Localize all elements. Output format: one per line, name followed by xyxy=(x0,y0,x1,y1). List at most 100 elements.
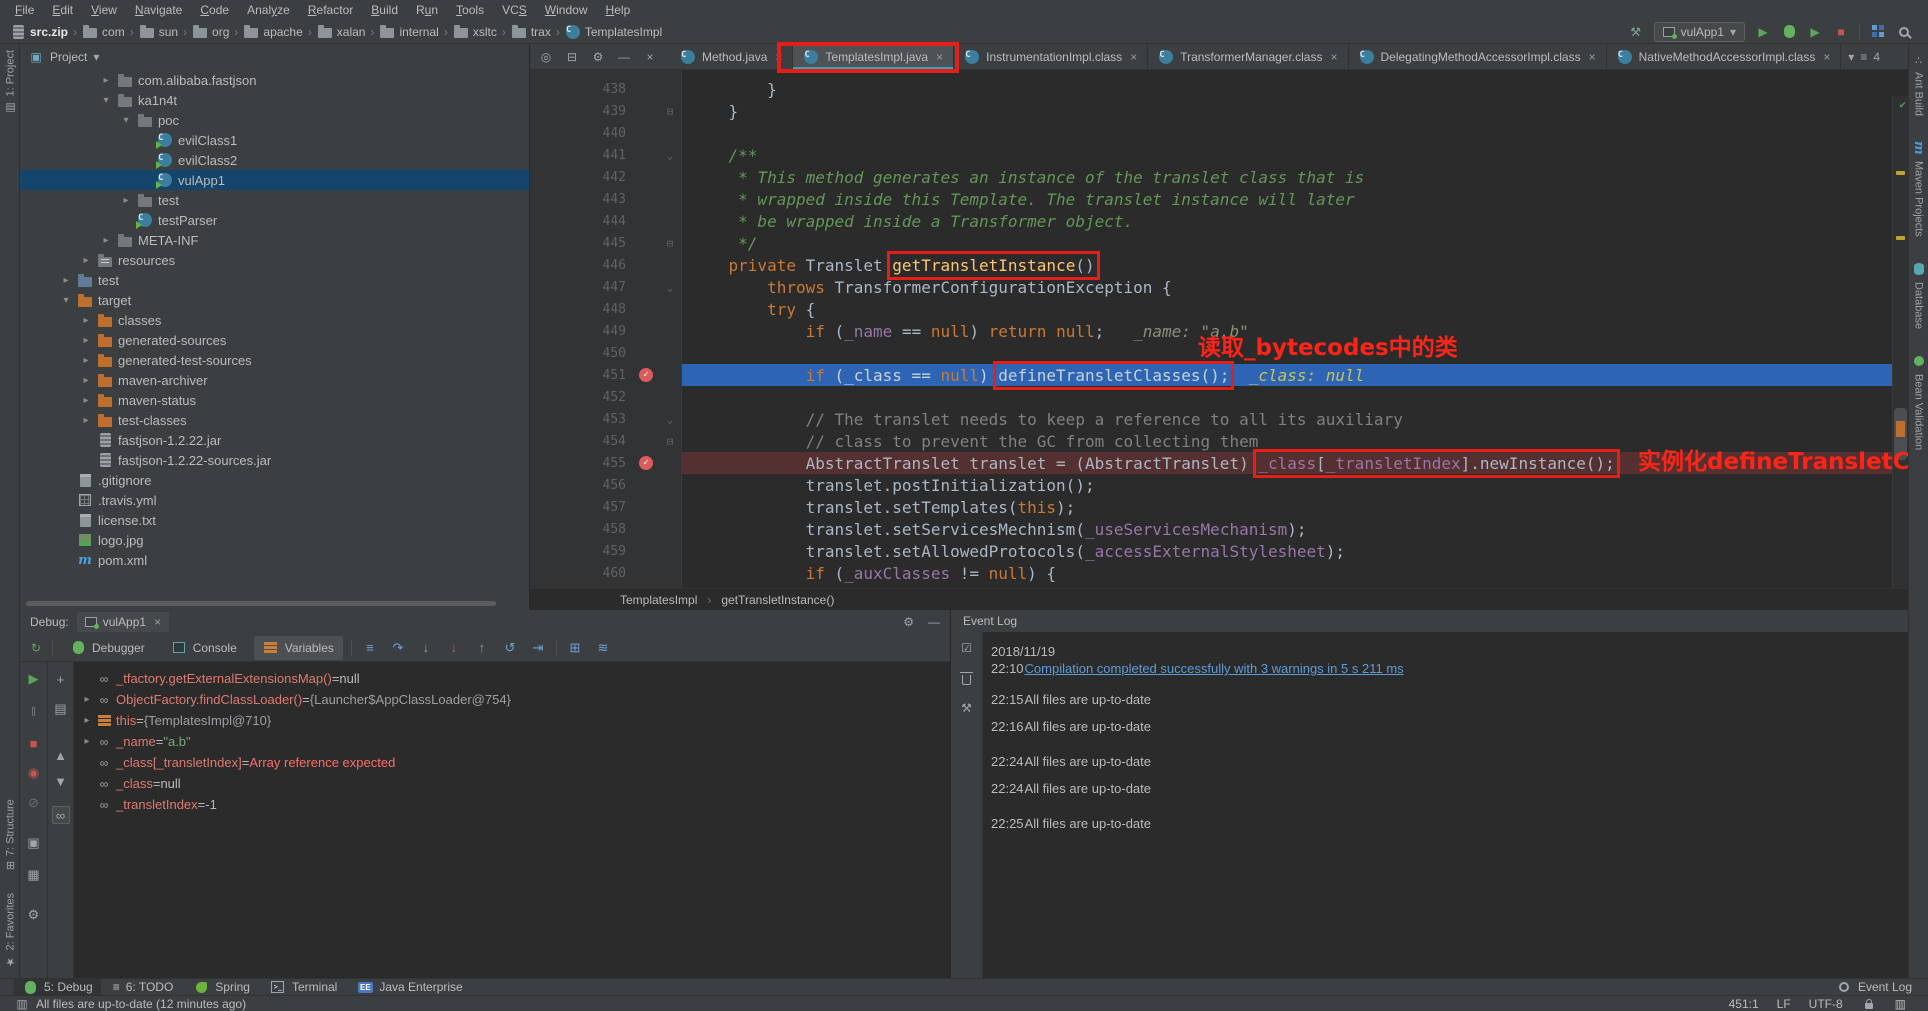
close-icon[interactable]: × xyxy=(1589,50,1596,64)
project-structure-button[interactable] xyxy=(1870,24,1886,40)
hide-panel-icon[interactable]: — xyxy=(928,615,940,629)
event-log-button[interactable]: Event Log xyxy=(1836,979,1928,995)
close-icon[interactable]: × xyxy=(154,615,161,629)
run-to-cursor-icon[interactable]: ⇥ xyxy=(528,640,548,656)
sidebar-item-2-favorites[interactable]: ★2: Favorites xyxy=(4,893,17,968)
chevron-down-icon[interactable]: ▾ xyxy=(93,50,99,64)
breadcrumb-item[interactable]: org xyxy=(192,24,229,40)
menu-item-file[interactable]: File xyxy=(6,1,43,19)
breakpoint-icon[interactable]: ✓ xyxy=(639,368,653,382)
run-button[interactable]: ▶ xyxy=(1755,24,1771,40)
fold-icon[interactable]: ⌄ xyxy=(658,281,682,294)
menu-item-help[interactable]: Help xyxy=(597,1,640,19)
breadcrumb-item[interactable]: xalan xyxy=(317,24,366,40)
tree-collapsed-icon[interactable]: ▸ xyxy=(100,75,112,86)
variable-row[interactable]: ▸this = {TemplatesImpl@710} xyxy=(78,710,950,731)
editor-tab[interactable]: CNativeMethodAccessorImpl.class× xyxy=(1607,44,1842,70)
pause-icon[interactable]: ‖ xyxy=(25,702,43,720)
tree-row[interactable]: ▸test xyxy=(20,190,529,210)
step-into-icon[interactable]: ↓ xyxy=(416,640,436,655)
threads-icon[interactable]: ≡ xyxy=(360,640,380,655)
step-out-icon[interactable]: ↑ xyxy=(472,640,492,655)
step-over-icon[interactable]: ↷ xyxy=(388,640,408,656)
gear-icon[interactable]: ⚙ xyxy=(590,49,606,65)
toolwindow-tab-terminal[interactable]: >_Terminal xyxy=(262,979,345,995)
wrench-icon[interactable]: ⚒ xyxy=(959,700,975,716)
move-down-icon[interactable]: ▼ xyxy=(52,772,70,790)
sidebar-item-ant-build[interactable]: ∴Ant Build xyxy=(1912,54,1925,116)
tree-collapsed-icon[interactable]: ▸ xyxy=(80,315,92,326)
variable-row[interactable]: ▸∞_name = "a.b" xyxy=(78,731,950,752)
run-config-select[interactable]: vulApp1 ▾ xyxy=(1654,22,1745,42)
editor-scrollbar[interactable]: ✔ xyxy=(1892,96,1908,588)
tree-row[interactable]: ▸generated-sources xyxy=(20,330,529,350)
tool-window-toggle-icon[interactable]: ▥ xyxy=(14,996,30,1011)
encoding[interactable]: UTF-8 xyxy=(1809,997,1843,1011)
soft-wrap-icon[interactable]: ☑ xyxy=(959,640,975,656)
trash-icon[interactable] xyxy=(959,670,975,686)
close-icon[interactable]: × xyxy=(775,50,782,64)
breadcrumb-item[interactable]: src.zip xyxy=(10,24,68,40)
force-step-into-icon[interactable]: ↓ xyxy=(444,640,464,655)
close-icon[interactable]: × xyxy=(1823,50,1830,64)
sidebar-item-maven-projects[interactable]: mMaven Projects xyxy=(1911,140,1927,237)
tree-row[interactable]: CtestParser xyxy=(20,210,529,230)
tree-collapsed-icon[interactable]: ▸ xyxy=(78,715,96,726)
variable-row[interactable]: ∞_class[_transletIndex] = Array referenc… xyxy=(78,752,950,773)
toolwindow-tab-java-enterprise[interactable]: EEJava Enterprise xyxy=(349,979,470,995)
close-icon[interactable]: × xyxy=(1130,50,1137,64)
tree-row[interactable]: CvulApp1 xyxy=(20,170,529,190)
sidebar-item-7-structure[interactable]: ⊞7: Structure xyxy=(4,799,17,870)
tree-row[interactable]: ▸resources xyxy=(20,250,529,270)
breadcrumb-item[interactable]: trax xyxy=(511,24,551,40)
tree-row[interactable]: ▸META-INF xyxy=(20,230,529,250)
variable-row[interactable]: ▸∞ObjectFactory.findClassLoader() = {Lau… xyxy=(78,689,950,710)
coverage-run-button[interactable]: ▶ xyxy=(1807,24,1823,40)
fold-icon[interactable]: ⌄ xyxy=(658,413,682,426)
breadcrumb-item[interactable]: xsltc xyxy=(453,24,497,40)
variable-row[interactable]: ∞_tfactory.getExternalExtensionsMap() = … xyxy=(78,668,950,689)
menu-item-navigate[interactable]: Navigate xyxy=(126,1,191,19)
search-everywhere-button[interactable] xyxy=(1896,24,1912,40)
tree-row[interactable]: fastjson-1.2.22-sources.jar xyxy=(20,450,529,470)
menu-item-code[interactable]: Code xyxy=(191,1,238,19)
restore-layout-icon[interactable]: ▦ xyxy=(25,866,43,884)
thread-dump-icon[interactable]: ▣ xyxy=(25,834,43,852)
editor-tab[interactable]: CTemplatesImpl.java× xyxy=(793,44,954,70)
tree-collapsed-icon[interactable]: ▸ xyxy=(80,335,92,346)
tree-expanded-icon[interactable]: ▾ xyxy=(100,95,112,106)
tree-row[interactable]: ▸test-classes xyxy=(20,410,529,430)
tree-row[interactable]: ▸generated-test-sources xyxy=(20,350,529,370)
tree-row[interactable]: CevilClass2 xyxy=(20,150,529,170)
tree-expanded-icon[interactable]: ▾ xyxy=(120,115,132,126)
evaluate-icon[interactable]: ⊞ xyxy=(565,640,585,656)
stop-button[interactable]: ■ xyxy=(1833,24,1849,40)
fold-icon[interactable]: ⊟ xyxy=(658,105,682,118)
menu-item-refactor[interactable]: Refactor xyxy=(299,1,362,19)
tree-collapsed-icon[interactable]: ▸ xyxy=(80,355,92,366)
tree-collapsed-icon[interactable]: ▸ xyxy=(80,255,92,266)
tree-collapsed-icon[interactable]: ▸ xyxy=(100,235,112,246)
menu-item-vcs[interactable]: VCS xyxy=(493,1,536,19)
tree-row[interactable]: ▾poc xyxy=(20,110,529,130)
sidebar-item-bean-validation[interactable]: Bean Validation xyxy=(1911,353,1927,450)
close-icon[interactable]: × xyxy=(642,49,658,65)
tree-collapsed-icon[interactable]: ▸ xyxy=(78,736,96,747)
line-ending[interactable]: LF xyxy=(1777,997,1791,1011)
tree-expanded-icon[interactable]: ▾ xyxy=(60,295,72,306)
debug-session-tab[interactable]: vulApp1 × xyxy=(77,612,169,632)
fold-icon[interactable]: ⊟ xyxy=(658,237,682,250)
caret-position[interactable]: 451:1 xyxy=(1729,997,1759,1011)
reader-mode-icon[interactable]: ▥ xyxy=(1895,997,1906,1011)
tree-collapsed-icon[interactable]: ▸ xyxy=(80,415,92,426)
stop-icon[interactable]: ■ xyxy=(25,734,43,752)
breakpoint-icon[interactable]: ✓ xyxy=(639,456,653,470)
tree-collapsed-icon[interactable]: ▸ xyxy=(78,694,96,705)
breadcrumb-item[interactable]: sun xyxy=(139,24,178,40)
hidden-tabs-widget[interactable]: ▾ ≡4 xyxy=(1848,50,1908,64)
toolwindow-tab-6-todo[interactable]: ≡6: TODO xyxy=(105,979,182,995)
debug-button[interactable] xyxy=(1781,24,1797,40)
fold-icon[interactable]: ⊟ xyxy=(658,435,682,448)
tree-row[interactable]: ▸maven-status xyxy=(20,390,529,410)
settings-icon[interactable]: ⚙ xyxy=(25,906,43,924)
